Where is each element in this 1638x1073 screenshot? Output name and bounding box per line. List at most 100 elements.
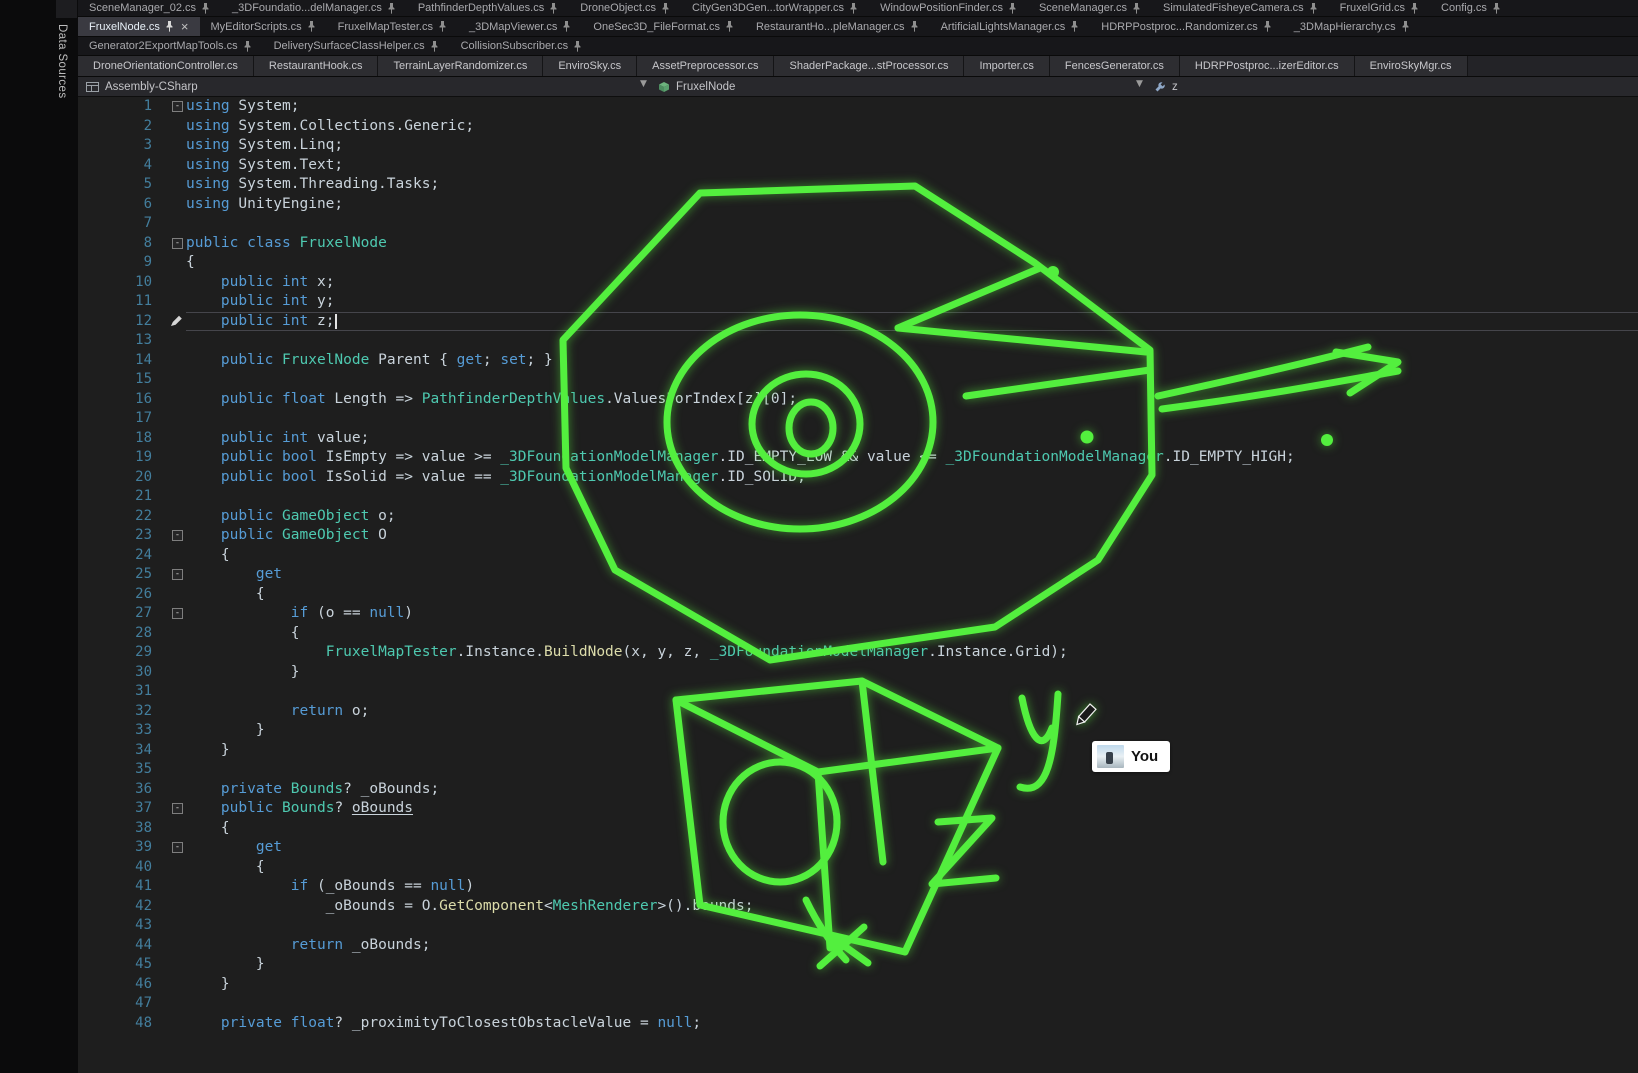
line-number[interactable]: 21	[78, 487, 152, 507]
line-number[interactable]: 22	[78, 507, 152, 527]
line-number[interactable]: 14	[78, 351, 152, 371]
code-line-31[interactable]: 31	[78, 682, 1638, 702]
code-line-20[interactable]: 20 public bool IsSolid => value == _3DFo…	[78, 468, 1638, 488]
line-number[interactable]: 35	[78, 760, 152, 780]
editor-tab-restauranthook-cs[interactable]: RestaurantHook.cs	[254, 56, 379, 76]
chevron-down-icon[interactable]: ▼	[640, 79, 647, 89]
code-editor[interactable]: 1-using System;2using System.Collections…	[78, 97, 1638, 1073]
code-line-46[interactable]: 46 }	[78, 975, 1638, 995]
breadcrumb-project[interactable]: Assembly-CSharp	[86, 77, 198, 97]
line-number[interactable]: 48	[78, 1014, 152, 1034]
editor-tab-pathfinderdepthvalues-cs[interactable]: PathfinderDepthValues.cs	[407, 0, 569, 16]
code-line-11[interactable]: 11 public int y;	[78, 292, 1638, 312]
chevron-down-icon[interactable]: ▼	[1136, 79, 1143, 89]
close-icon[interactable]: ×	[181, 20, 189, 33]
editor-tab-onesec3d-fileformat-cs[interactable]: OneSec3D_FileFormat.cs	[582, 17, 745, 36]
pin-icon[interactable]	[661, 3, 670, 14]
editor-tab-hdrppostproc-izereditor-cs[interactable]: HDRPPostproc...izerEditor.cs	[1180, 56, 1355, 76]
code-line-41[interactable]: 41 if (_oBounds == null)	[78, 877, 1638, 897]
editor-tab-collisionsubscriber-cs[interactable]: CollisionSubscriber.cs	[450, 37, 594, 55]
pin-icon[interactable]	[430, 41, 439, 52]
code-line-30[interactable]: 30 }	[78, 663, 1638, 683]
pin-icon[interactable]	[201, 3, 210, 14]
code-line-1[interactable]: 1-using System;	[78, 97, 1638, 117]
code-line-13[interactable]: 13	[78, 331, 1638, 351]
pin-icon[interactable]	[549, 3, 558, 14]
line-number[interactable]: 9	[78, 253, 152, 273]
pin-icon[interactable]	[1492, 3, 1501, 14]
line-number[interactable]: 7	[78, 214, 152, 234]
fold-collapse-icon[interactable]: -	[152, 530, 186, 541]
line-number[interactable]: 17	[78, 409, 152, 429]
line-number[interactable]: 18	[78, 429, 152, 449]
code-line-22[interactable]: 22 public GameObject o;	[78, 507, 1638, 527]
line-number[interactable]: 5	[78, 175, 152, 195]
line-number[interactable]: 47	[78, 994, 152, 1014]
fold-collapse-icon[interactable]: -	[152, 803, 186, 814]
line-number[interactable]: 10	[78, 273, 152, 293]
editor-tab-fruxelgrid-cs[interactable]: FruxelGrid.cs	[1329, 0, 1430, 16]
editor-tab-envirosky-cs[interactable]: EnviroSky.cs	[543, 56, 637, 76]
editor-tab-droneorientationcontroller-cs[interactable]: DroneOrientationController.cs	[78, 56, 254, 76]
editor-tab-config-cs[interactable]: Config.cs	[1430, 0, 1512, 16]
editor-tab-hdrppostproc-randomizer-cs[interactable]: HDRPPostproc...Randomizer.cs	[1090, 17, 1283, 36]
editor-tab-assetpreprocessor-cs[interactable]: AssetPreprocessor.cs	[637, 56, 774, 76]
line-number[interactable]: 45	[78, 955, 152, 975]
line-number[interactable]: 40	[78, 858, 152, 878]
line-number[interactable]: 31	[78, 682, 152, 702]
editor-tab-droneobject-cs[interactable]: DroneObject.cs	[569, 0, 681, 16]
line-number[interactable]: 41	[78, 877, 152, 897]
line-number[interactable]: 39	[78, 838, 152, 858]
code-line-40[interactable]: 40 {	[78, 858, 1638, 878]
line-number[interactable]: 12	[78, 312, 152, 332]
fold-collapse-icon[interactable]: -	[152, 101, 186, 112]
pin-icon[interactable]	[1263, 21, 1272, 32]
code-line-15[interactable]: 15	[78, 370, 1638, 390]
editor-tab-deliverysurfaceclasshelper-cs[interactable]: DeliverySurfaceClassHelper.cs	[263, 37, 450, 55]
editor-tab-simulatedfisheyecamera-cs[interactable]: SimulatedFisheyeCamera.cs	[1152, 0, 1329, 16]
code-line-44[interactable]: 44 return _oBounds;	[78, 936, 1638, 956]
code-line-47[interactable]: 47	[78, 994, 1638, 1014]
editor-tab-fruxelnode-cs[interactable]: FruxelNode.cs×	[78, 17, 200, 36]
code-line-27[interactable]: 27- if (o == null)	[78, 604, 1638, 624]
editor-tab-terrainlayerrandomizer-cs[interactable]: TerrainLayerRandomizer.cs	[378, 56, 543, 76]
code-line-12[interactable]: 12 public int z;	[78, 312, 1638, 332]
pin-icon[interactable]	[849, 3, 858, 14]
line-number[interactable]: 30	[78, 663, 152, 683]
line-number[interactable]: 44	[78, 936, 152, 956]
fold-collapse-icon[interactable]: -	[152, 842, 186, 853]
pin-icon[interactable]	[438, 21, 447, 32]
line-number[interactable]: 20	[78, 468, 152, 488]
pin-icon[interactable]	[1401, 21, 1410, 32]
code-line-38[interactable]: 38 {	[78, 819, 1638, 839]
editor-tab--3dmaphierarchy-cs[interactable]: _3DMapHierarchy.cs	[1283, 17, 1421, 36]
code-line-9[interactable]: 9{	[78, 253, 1638, 273]
line-number[interactable]: 46	[78, 975, 152, 995]
code-line-4[interactable]: 4using System.Text;	[78, 156, 1638, 176]
editor-tab-importer-cs[interactable]: Importer.cs	[964, 56, 1049, 76]
editor-tab--3dmapviewer-cs[interactable]: _3DMapViewer.cs	[458, 17, 582, 36]
pin-icon[interactable]	[1008, 3, 1017, 14]
code-line-17[interactable]: 17	[78, 409, 1638, 429]
code-line-26[interactable]: 26 {	[78, 585, 1638, 605]
editor-tab-fruxelmaptester-cs[interactable]: FruxelMapTester.cs	[327, 17, 458, 36]
code-line-7[interactable]: 7	[78, 214, 1638, 234]
line-number[interactable]: 25	[78, 565, 152, 585]
code-line-25[interactable]: 25- get	[78, 565, 1638, 585]
editor-tab-artificiallightsmanager-cs[interactable]: ArtificialLightsManager.cs	[930, 17, 1091, 36]
line-number[interactable]: 28	[78, 624, 152, 644]
code-line-28[interactable]: 28 {	[78, 624, 1638, 644]
line-number[interactable]: 32	[78, 702, 152, 722]
code-line-8[interactable]: 8-public class FruxelNode	[78, 234, 1638, 254]
editor-tab-citygen3dgen-torwrapper-cs[interactable]: CityGen3DGen...torWrapper.cs	[681, 0, 869, 16]
line-number[interactable]: 33	[78, 721, 152, 741]
line-number[interactable]: 36	[78, 780, 152, 800]
code-line-42[interactable]: 42 _oBounds = O.GetComponent<MeshRendere…	[78, 897, 1638, 917]
data-sources-tab[interactable]: Data Sources	[56, 24, 68, 98]
editor-tab-fencesgenerator-cs[interactable]: FencesGenerator.cs	[1050, 56, 1180, 76]
code-line-24[interactable]: 24 {	[78, 546, 1638, 566]
line-number[interactable]: 38	[78, 819, 152, 839]
pin-icon[interactable]	[1070, 21, 1079, 32]
breadcrumb-member[interactable]: z	[1154, 77, 1178, 97]
line-number[interactable]: 11	[78, 292, 152, 312]
